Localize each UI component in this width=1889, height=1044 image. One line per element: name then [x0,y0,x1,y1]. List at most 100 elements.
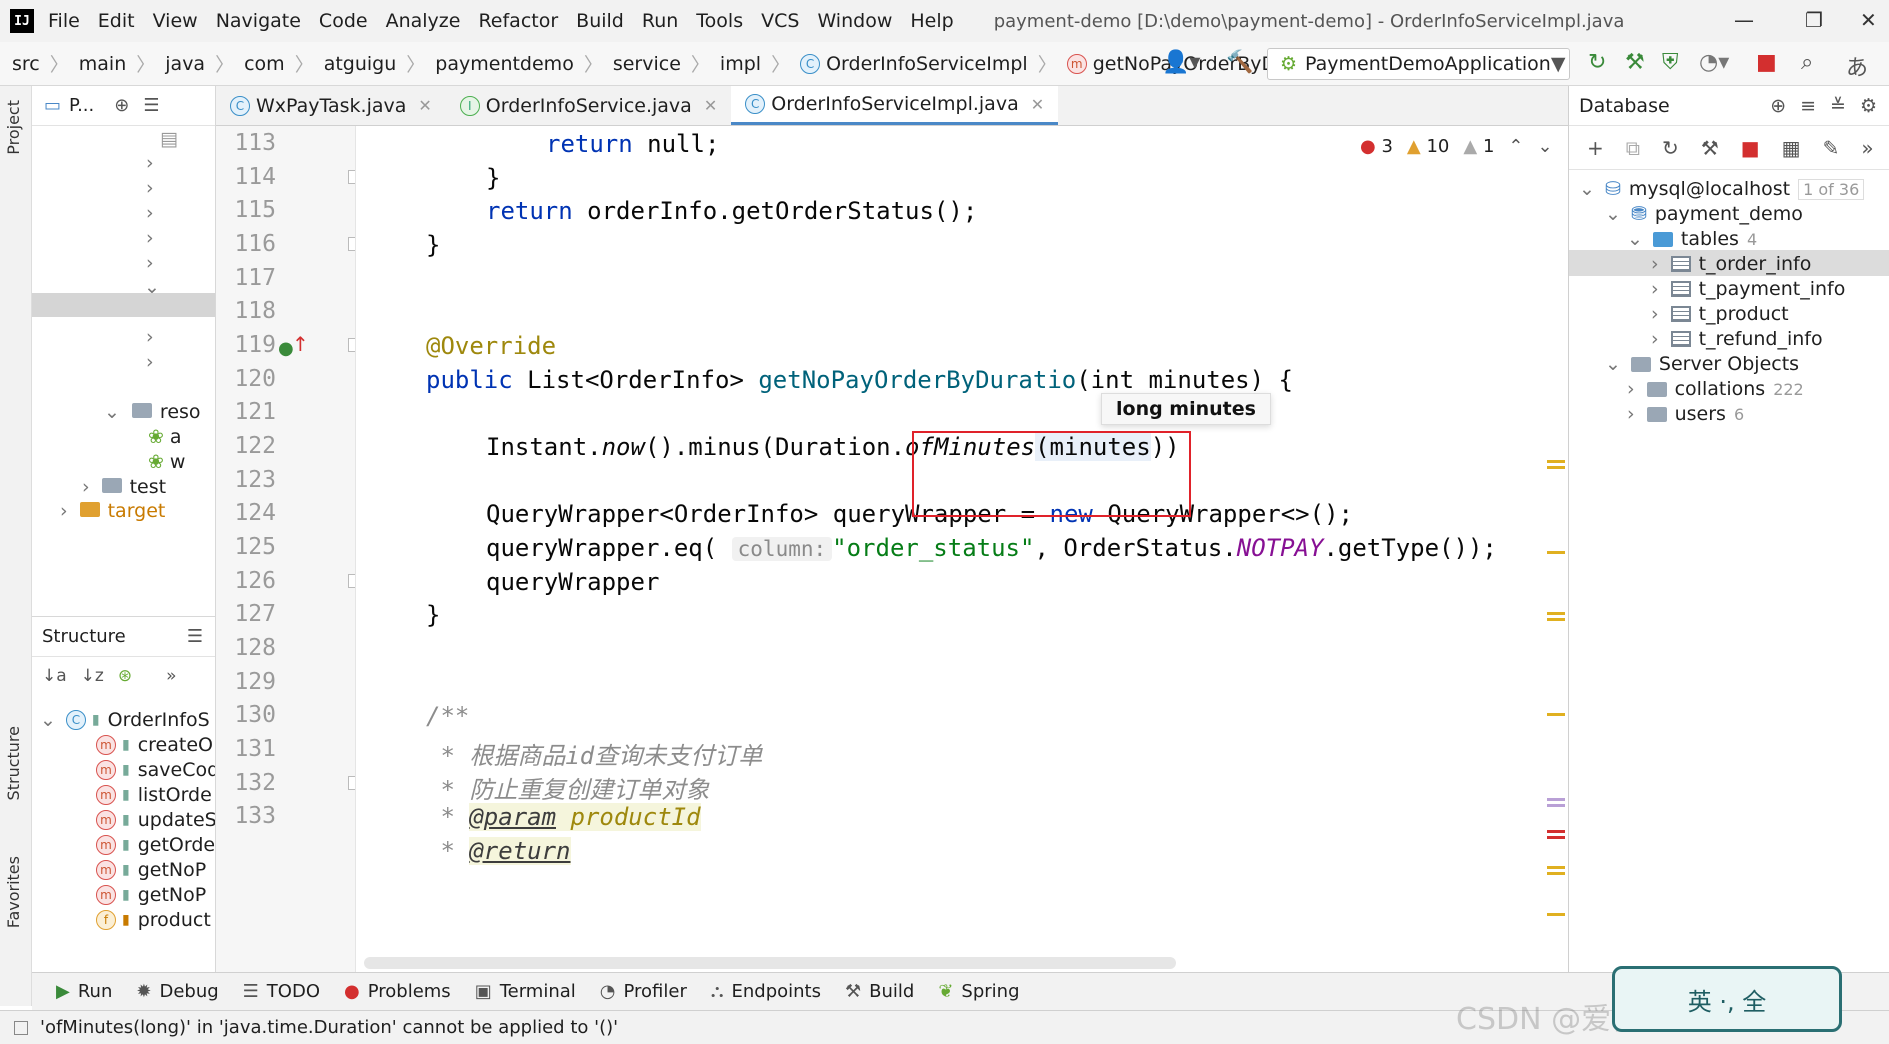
menu-analyze[interactable]: Analyze [386,10,461,32]
close-icon[interactable]: ✕ [418,96,431,115]
previous-highlight-icon[interactable]: ⌃ [1508,136,1523,157]
crumb-src[interactable]: src [12,53,40,75]
tool-profiler[interactable]: ◔ Profiler [600,981,687,1002]
warning-marker[interactable] [1547,913,1565,916]
horizontal-scrollbar[interactable] [364,957,1176,969]
warning-marker[interactable] [1547,460,1565,463]
sort-alpha-icon[interactable]: ↓a [42,666,67,686]
schema-icon[interactable]: ⚒ [1701,136,1719,160]
db-server-objects[interactable]: ⌄ Server Objects [1605,353,1799,375]
chevron-right-icon[interactable]: › [146,351,154,373]
checkbox-icon[interactable] [14,1020,28,1035]
error-marker[interactable] [1547,836,1565,839]
translate-icon[interactable]: あ [1846,50,1868,82]
menu-refactor[interactable]: Refactor [478,10,558,32]
collapse-all-icon[interactable]: ☰ [143,95,159,116]
inspection-widget[interactable]: ● 3 ▲ 10 ▲ 1 ⌃ ⌄ [1360,136,1553,157]
run-config-selector[interactable]: ⚙ PaymentDemoApplication ▼ [1267,48,1570,80]
error-marker[interactable] [1547,830,1565,833]
menu-window[interactable]: Window [817,10,892,32]
chevron-right-icon[interactable]: › [146,326,154,348]
weak-warning-count[interactable]: ▲ 1 [1463,136,1494,157]
settings-icon[interactable]: ☰ [187,626,203,647]
next-highlight-icon[interactable]: ⌄ [1538,136,1553,157]
tree-item-target[interactable]: › target [60,500,165,522]
menu-help[interactable]: Help [910,10,953,32]
menu-build[interactable]: Build [576,10,624,32]
tab-orderinfoserviceimpl[interactable]: C OrderInfoServiceImpl.java ✕ [731,86,1059,125]
structure-member[interactable]: m ▮ getNoP [96,859,206,881]
tab-structure-vertical[interactable]: Structure [4,726,23,800]
crumb-impl[interactable]: impl [720,53,761,75]
locate-icon[interactable]: ⊕ [114,95,129,116]
menu-navigate[interactable]: Navigate [216,10,301,32]
db-table[interactable]: › t_product [1651,303,1789,325]
search-everywhere-icon[interactable]: ⌕ [1801,50,1813,75]
tool-problems[interactable]: ● Problems [344,981,451,1002]
structure-class[interactable]: ⌄ C ▮ OrderInfoS [40,709,210,731]
db-schema[interactable]: ⌄ ⛃ payment_demo [1605,203,1803,225]
chevron-right-icon[interactable]: › [146,252,154,274]
tab-favorites-vertical[interactable]: Favorites [4,856,23,928]
crumb-paymentdemo[interactable]: paymentdemo [435,53,574,75]
menu-code[interactable]: Code [319,10,368,32]
menu-vcs[interactable]: VCS [761,10,799,32]
structure-member[interactable]: m ▮ listOrde [96,784,212,806]
locate-icon[interactable]: ⊕ [1770,95,1786,117]
tool-endpoints[interactable]: ⛬ Endpoints [711,981,821,1002]
fold-icon[interactable] [348,776,355,790]
chevron-right-icon[interactable]: › [146,152,154,174]
table-view-icon[interactable]: ▦ [1782,136,1801,160]
menu-view[interactable]: View [153,10,198,32]
db-tables-folder[interactable]: ⌄ tables 4 [1627,228,1757,250]
minimize-icon[interactable]: — [1734,8,1754,32]
gear-icon[interactable]: ⚙ [1860,95,1877,117]
menu-edit[interactable]: Edit [98,10,135,32]
warning-count[interactable]: ▲ 10 [1407,136,1449,157]
chevron-right-icon[interactable]: › [146,177,154,199]
fold-icon[interactable] [348,170,355,184]
hammer-icon[interactable]: 🔨 [1226,50,1253,75]
tree-item-config-a[interactable]: ❀ a [148,426,182,448]
menu-tools[interactable]: Tools [696,10,743,32]
tree-item-config-w[interactable]: ❀ w [148,451,185,473]
fold-icon[interactable] [348,237,355,251]
tool-terminal[interactable]: ▣ Terminal [475,981,576,1002]
tool-debug[interactable]: ✹ Debug [136,981,218,1002]
crumb-main[interactable]: main [79,53,126,75]
warning-marker[interactable] [1547,612,1565,615]
warning-marker[interactable] [1547,466,1565,469]
edit-icon[interactable]: ✎ [1823,136,1840,160]
structure-member[interactable]: f ▮ product [96,909,211,931]
show-inherited-icon[interactable]: ⊛ [118,666,132,686]
add-icon[interactable]: + [1587,136,1604,160]
sort-type-icon[interactable]: ↓z [81,666,104,686]
refresh-icon[interactable]: ↻ [1662,136,1679,160]
structure-member[interactable]: m ▮ updateS [96,809,215,831]
crumb-com[interactable]: com [244,53,285,75]
project-panel-title[interactable]: P... [69,95,94,116]
stop-icon[interactable]: ■ [1756,50,1777,75]
tab-wxpaytask[interactable]: C WxPayTask.java ✕ [216,86,446,125]
fold-icon[interactable] [348,338,355,352]
close-window-icon[interactable]: ✕ [1860,8,1877,32]
stop-icon[interactable]: ■ [1741,136,1760,160]
db-table[interactable]: › t_refund_info [1651,328,1823,350]
structure-member[interactable]: m ▮ saveCod [96,759,215,781]
more-icon[interactable]: » [166,666,176,686]
fold-icon[interactable] [348,574,355,588]
db-connection[interactable]: ⌄ ⛁ mysql@localhost 1 of 36 [1579,178,1865,200]
selected-tree-row[interactable] [32,293,215,317]
db-table[interactable]: › t_order_info [1651,253,1811,275]
code-editor[interactable]: return null; } return orderInfo.getOrder… [356,126,1552,1006]
restore-icon[interactable]: ❐ [1805,8,1823,32]
close-icon[interactable]: ✕ [1031,95,1044,114]
debug-run-icon[interactable]: ⚒ [1625,50,1645,75]
info-marker[interactable] [1547,798,1565,801]
coverage-icon[interactable]: ⛨ [1662,50,1679,75]
tool-run[interactable]: ▶ Run [56,981,112,1002]
close-icon[interactable]: ✕ [704,96,717,115]
override-arrow-icon[interactable]: ↑ [292,332,309,356]
tab-orderinfoservice[interactable]: I OrderInfoService.java ✕ [446,86,731,125]
tree-item-test[interactable]: › test [82,476,166,498]
